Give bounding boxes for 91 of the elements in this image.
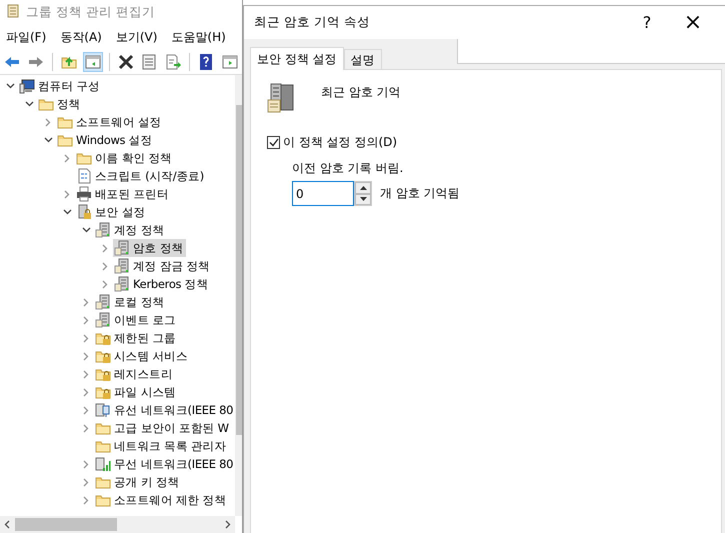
collapsed-chevron-icon[interactable] [83, 388, 89, 396]
tree-item[interactable]: Kerberos 정책 [113, 275, 212, 293]
signal-bars-icon [95, 456, 111, 472]
network-icon [95, 402, 111, 418]
server-icon [114, 276, 130, 292]
tree-item[interactable]: 로컬 정책 [94, 293, 168, 311]
tree-item[interactable]: 배포된 프린터 [75, 185, 172, 203]
expanded-chevron-icon[interactable] [82, 227, 90, 233]
dialog-title: 최근 암호 기억 속성 [254, 14, 371, 31]
down-arrow-icon[interactable] [360, 197, 366, 202]
menu-item[interactable]: 파일(F) [6, 28, 46, 46]
folder-up-icon [60, 54, 77, 70]
collapsed-chevron-icon[interactable] [102, 262, 108, 270]
expanded-chevron-icon[interactable] [6, 83, 14, 89]
collapsed-chevron-icon[interactable] [83, 298, 89, 306]
tree-item[interactable]: 제한된 그룹 [94, 329, 179, 347]
locked-server-icon [76, 204, 92, 220]
export-icon [165, 54, 182, 70]
tree-item[interactable]: 계정 정책 [94, 221, 168, 239]
collapsed-chevron-icon[interactable] [83, 478, 89, 486]
checkmark-icon [268, 138, 278, 147]
properties-icon [141, 54, 158, 70]
server-icon [95, 312, 111, 328]
pane-icon [84, 54, 101, 70]
tree-item[interactable]: 소프트웨어 설정 [56, 113, 164, 131]
tree-item[interactable]: 네트워크 목록 관리자 [94, 437, 230, 455]
server-icon [114, 258, 130, 274]
scroll-right-icon[interactable] [225, 520, 231, 529]
policy-name: 최근 암호 기억 [321, 84, 401, 101]
number-field[interactable]: 0 [292, 181, 354, 206]
server-icon [95, 294, 111, 310]
up-arrow-icon[interactable] [360, 186, 366, 190]
tree-item[interactable]: 고급 보안이 포함된 W [94, 419, 232, 437]
scroll-left-icon[interactable] [4, 520, 10, 529]
horizontal-scrollbar[interactable] [0, 516, 235, 533]
server-icon [95, 222, 111, 238]
close-button[interactable]: × [670, 6, 716, 39]
field-label: 이전 암호 기록 버림. [292, 160, 404, 177]
collapsed-chevron-icon[interactable] [83, 496, 89, 504]
tab[interactable]: 설명 [344, 49, 382, 69]
help-button[interactable]: ? [624, 6, 670, 39]
window-title: 그룹 정책 관리 편집기 [26, 4, 155, 20]
expanded-chevron-icon[interactable] [62, 209, 72, 215]
help-icon [198, 54, 214, 70]
collapsed-chevron-icon[interactable] [83, 334, 89, 342]
tree-item[interactable]: 스크립트 (시작/종료) [75, 167, 207, 185]
tab[interactable]: 보안 정책 설정 [250, 47, 344, 70]
menu-item[interactable]: 동작(A) [60, 28, 102, 46]
collapsed-chevron-icon[interactable] [83, 460, 89, 468]
printer-icon [76, 186, 92, 202]
tree-item[interactable]: 공개 키 정책 [94, 473, 182, 491]
collapsed-chevron-icon[interactable] [83, 370, 89, 378]
collapsed-chevron-icon[interactable] [102, 244, 108, 252]
tree-item[interactable]: 이름 확인 정책 [75, 149, 175, 167]
tree-item[interactable]: 정책 [37, 95, 84, 113]
collapsed-chevron-icon[interactable] [83, 424, 89, 432]
expanded-chevron-icon[interactable] [24, 101, 34, 107]
scroll-document-icon [6, 4, 20, 20]
tree-item[interactable]: 계정 잠금 정책 [113, 257, 213, 275]
tree-item[interactable]: 암호 정책 [113, 239, 186, 257]
tree-item[interactable]: 유선 네트워크(IEEE 80 [94, 401, 236, 419]
vertical-scrollbar[interactable] [235, 75, 242, 516]
tree-item[interactable]: 컴퓨터 구성 [18, 77, 103, 95]
checkbox-label[interactable]: 이 정책 설정 정의(D) [283, 134, 398, 151]
expanded-chevron-icon[interactable] [44, 137, 52, 143]
collapsed-chevron-icon[interactable] [64, 190, 70, 198]
collapsed-chevron-icon[interactable] [45, 118, 51, 126]
back-arrow-icon [4, 54, 20, 70]
define-checkbox[interactable] [267, 136, 280, 149]
computer-icon [19, 78, 35, 94]
tree-item[interactable]: 보안 설정 [75, 203, 148, 221]
menu-item[interactable]: 보기(V) [116, 28, 158, 46]
collapsed-chevron-icon[interactable] [102, 280, 108, 288]
collapsed-chevron-icon[interactable] [83, 316, 89, 324]
tree-item[interactable]: 파일 시스템 [94, 383, 179, 401]
menu-item[interactable]: 도움말(H) [171, 28, 226, 46]
tree-item[interactable]: 시스템 서비스 [94, 347, 191, 365]
script-icon [76, 168, 92, 184]
delete-icon [118, 54, 134, 70]
tree-item[interactable]: 소프트웨어 제한 정책 [94, 491, 230, 509]
collapsed-chevron-icon[interactable] [64, 154, 70, 162]
tree-item[interactable]: Windows 설정 [56, 131, 155, 149]
tree-item[interactable]: 무선 네트워크(IEEE 80 [94, 455, 236, 473]
view-pane-icon [222, 54, 238, 70]
collapsed-chevron-icon[interactable] [83, 352, 89, 360]
unit-label: 개 암호 기억됨 [380, 185, 460, 202]
forward-arrow-icon [28, 54, 44, 70]
collapsed-chevron-icon[interactable] [83, 406, 89, 414]
tree-item[interactable]: 이벤트 로그 [94, 311, 179, 329]
tree-item[interactable]: 레지스트리 [94, 365, 176, 383]
server-icon [114, 240, 130, 256]
